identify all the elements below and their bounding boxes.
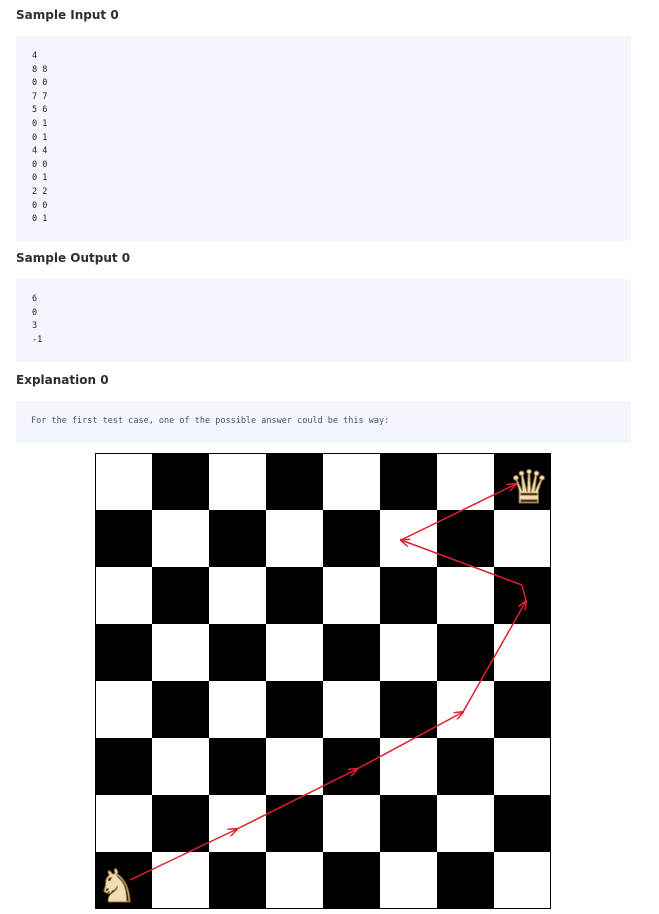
board-square bbox=[380, 795, 437, 852]
board-square bbox=[494, 567, 551, 624]
board-square bbox=[323, 567, 380, 624]
board-square bbox=[95, 453, 152, 510]
white-knight-icon: ♞ bbox=[96, 859, 137, 909]
explanation-box: For the first test case, one of the poss… bbox=[16, 401, 631, 443]
sample-input-heading: Sample Input 0 bbox=[16, 8, 119, 22]
board-square bbox=[266, 453, 323, 510]
board-square bbox=[209, 852, 266, 909]
board-square bbox=[266, 738, 323, 795]
chessboard: ♞♛ bbox=[95, 453, 551, 909]
board-square bbox=[152, 795, 209, 852]
chessboard-illustration: ♞ ♛ bbox=[95, 453, 551, 909]
board-square bbox=[437, 453, 494, 510]
board-square bbox=[494, 852, 551, 909]
board-square bbox=[266, 510, 323, 567]
sample-input-box: 4 8 8 0 0 7 7 5 6 0 1 0 1 4 4 0 0 0 1 2 … bbox=[16, 36, 631, 241]
board-square bbox=[437, 681, 494, 738]
sample-input-text: 4 8 8 0 0 7 7 5 6 0 1 0 1 4 4 0 0 0 1 2 … bbox=[32, 51, 48, 225]
board-square bbox=[494, 624, 551, 681]
board-square bbox=[266, 852, 323, 909]
board-square bbox=[152, 624, 209, 681]
board-square bbox=[380, 681, 437, 738]
board-square bbox=[209, 567, 266, 624]
explanation-text: For the first test case, one of the poss… bbox=[31, 416, 390, 426]
board-square bbox=[152, 738, 209, 795]
sample-output-text: 6 0 3 -1 bbox=[32, 294, 43, 345]
board-square bbox=[95, 738, 152, 795]
board-square bbox=[323, 453, 380, 510]
board-square bbox=[266, 681, 323, 738]
sample-output-box: 6 0 3 -1 bbox=[16, 279, 631, 362]
board-square bbox=[152, 567, 209, 624]
board-square bbox=[152, 510, 209, 567]
board-square bbox=[209, 795, 266, 852]
board-square bbox=[266, 795, 323, 852]
board-square bbox=[323, 852, 380, 909]
board-square bbox=[266, 567, 323, 624]
board-square bbox=[323, 510, 380, 567]
board-square bbox=[494, 510, 551, 567]
board-square bbox=[380, 567, 437, 624]
board-square bbox=[95, 681, 152, 738]
board-square bbox=[437, 738, 494, 795]
board-square bbox=[494, 681, 551, 738]
board-square bbox=[380, 453, 437, 510]
board-square bbox=[323, 738, 380, 795]
board-square bbox=[437, 795, 494, 852]
board-square bbox=[152, 852, 209, 909]
board-square bbox=[152, 681, 209, 738]
board-square bbox=[209, 453, 266, 510]
board-square bbox=[95, 795, 152, 852]
board-square bbox=[494, 795, 551, 852]
board-square bbox=[152, 453, 209, 510]
board-square bbox=[437, 567, 494, 624]
board-square bbox=[95, 624, 152, 681]
board-square bbox=[95, 567, 152, 624]
board-square bbox=[323, 681, 380, 738]
board-square bbox=[380, 852, 437, 909]
board-square bbox=[95, 510, 152, 567]
board-square bbox=[380, 510, 437, 567]
board-square bbox=[380, 738, 437, 795]
white-queen-icon: ♛ bbox=[508, 460, 549, 514]
board-square bbox=[323, 795, 380, 852]
board-square bbox=[209, 510, 266, 567]
board-square bbox=[209, 738, 266, 795]
board-square bbox=[437, 852, 494, 909]
board-square bbox=[494, 738, 551, 795]
board-square bbox=[323, 624, 380, 681]
board-square bbox=[209, 624, 266, 681]
explanation-heading: Explanation 0 bbox=[16, 373, 109, 387]
board-square bbox=[209, 681, 266, 738]
board-square bbox=[266, 624, 323, 681]
sample-output-heading: Sample Output 0 bbox=[16, 251, 131, 265]
board-square bbox=[380, 624, 437, 681]
